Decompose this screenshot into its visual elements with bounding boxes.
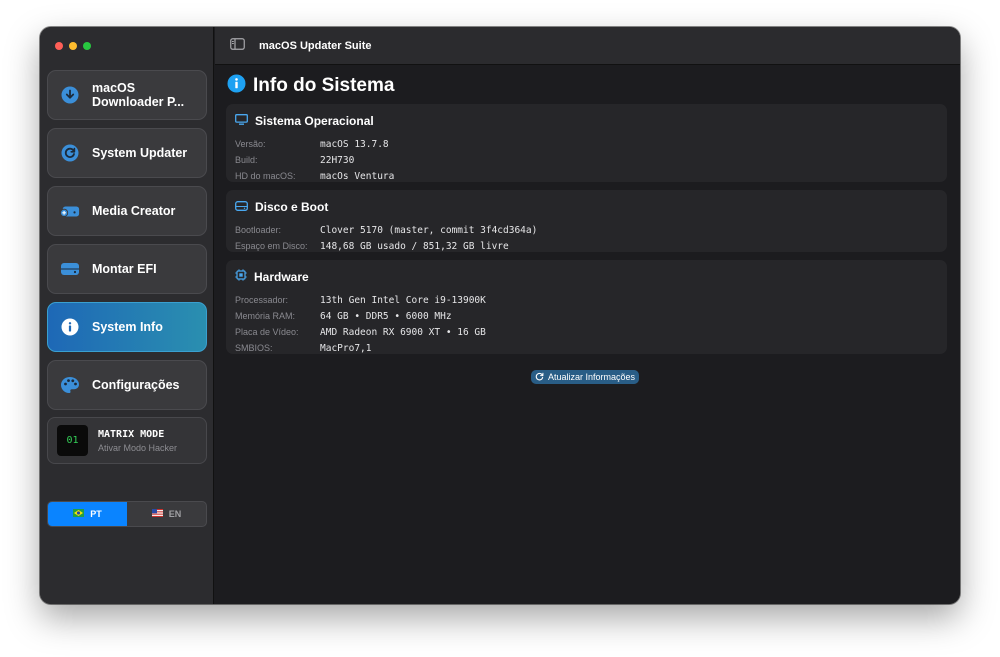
sidebar-item-label-line2: Downloader P... (92, 95, 185, 109)
language-label-pt: PT (90, 509, 102, 519)
sidebar-item-label: Montar EFI (92, 262, 157, 276)
matrix-mode-toggle[interactable]: 01 MATRIX MODE Ativar Modo Hacker (47, 417, 207, 464)
section-title: Hardware (254, 270, 309, 284)
brazil-flag-icon (73, 509, 85, 519)
download-icon (60, 85, 80, 105)
cpu-icon (235, 268, 247, 286)
zoom-window-button[interactable] (83, 42, 91, 50)
os-section: Sistema Operacional Versão: macOS 13.7.8 … (226, 104, 947, 182)
sidebar-item-system-updater[interactable]: System Updater (47, 128, 207, 178)
section-title: Sistema Operacional (255, 114, 374, 128)
sidebar-item-label: System Info (92, 320, 163, 334)
drive-icon (60, 259, 80, 279)
app-window: macOS Downloader P... System Updater Med… (40, 27, 960, 604)
row-value: 13th Gen Intel Core i9-13900K (320, 294, 486, 306)
info-row: Build: 22H730 (235, 152, 938, 168)
hardware-section: Hardware Processador: 13th Gen Intel Core… (226, 260, 947, 354)
sidebar-item-configuracoes[interactable]: Configurações (47, 360, 207, 410)
title-bar: macOS Updater Suite (215, 27, 960, 65)
section-title: Disco e Boot (255, 200, 329, 214)
row-value: macOS 13.7.8 (320, 138, 389, 150)
palette-icon (60, 375, 80, 395)
info-row: Bootloader: Clover 5170 (master, commit 3… (235, 222, 938, 238)
row-value: 22H730 (320, 154, 355, 166)
row-value: 148,68 GB usado / 851,32 GB livre (320, 240, 509, 252)
row-value: MacPro7,1 (320, 342, 372, 354)
matrix-subtitle: Ativar Modo Hacker (98, 442, 178, 453)
language-label-en: EN (168, 509, 182, 519)
info-row: Espaço em Disco: 148,68 GB usado / 851,32… (235, 238, 938, 254)
info-row: SMBIOS: MacPro7,1 (235, 340, 938, 356)
row-value: AMD Radeon RX 6900 XT • 16 GB (320, 326, 486, 338)
info-row: Versão: macOS 13.7.8 (235, 136, 938, 152)
row-key: HD do macOS: (235, 171, 296, 181)
sidebar-item-label-line1: macOS (92, 81, 136, 95)
language-selector: PT EN (47, 501, 207, 527)
sidebar-item-macos-downloader[interactable]: macOS Downloader P... (47, 70, 207, 120)
minimize-window-button[interactable] (69, 42, 77, 50)
sidebar-item-label: System Updater (92, 146, 188, 160)
disk-section: Disco e Boot Bootloader: Clover 5170 (mas… (226, 190, 947, 252)
row-value: Clover 5170 (master, commit 3f4cd364a) (320, 224, 538, 236)
refresh-button[interactable]: Atualizar Informações (531, 370, 640, 384)
close-window-button[interactable] (55, 42, 63, 50)
matrix-badge: 01 (57, 425, 88, 456)
info-icon (60, 317, 80, 337)
sidebar-item-system-info[interactable]: System Info (47, 302, 207, 352)
page-header: Info do Sistema (227, 74, 394, 98)
sidebar-item-media-creator[interactable]: Media Creator (47, 186, 207, 236)
us-flag-icon (151, 509, 163, 519)
window-title: macOS Updater Suite (259, 39, 372, 52)
sidebar-item-montar-efi[interactable]: Montar EFI (47, 244, 207, 294)
main-content: macOS Updater Suite Info do Sistema Sist… (215, 27, 960, 604)
row-key: Versão: (235, 139, 266, 149)
row-value: macOs Ventura (320, 170, 395, 182)
matrix-title: MATRIX MODE (98, 428, 165, 440)
row-key: Processador: (235, 295, 289, 305)
refresh-icon (535, 372, 544, 383)
row-key: Build: (235, 155, 258, 165)
sidebar-toggle-icon[interactable] (230, 37, 245, 55)
window-controls (55, 42, 91, 50)
language-option-en[interactable]: EN (127, 502, 206, 526)
sidebar: macOS Downloader P... System Updater Med… (40, 27, 214, 604)
row-key: Memória RAM: (235, 311, 296, 321)
info-row: Memória RAM: 64 GB • DDR5 • 6000 MHz (235, 308, 938, 324)
info-icon (227, 74, 246, 98)
info-row: Processador: 13th Gen Intel Core i9-13900… (235, 292, 938, 308)
drive-add-icon (60, 201, 80, 221)
sidebar-item-label: Configurações (92, 378, 180, 392)
sidebar-item-label: macOS Downloader P... (92, 81, 184, 109)
row-key: Placa de Vídeo: (235, 327, 299, 337)
drive-icon (235, 198, 248, 216)
language-option-pt[interactable]: PT (48, 502, 127, 526)
refresh-label: Atualizar Informações (548, 372, 636, 382)
row-key: Espaço em Disco: (235, 241, 308, 251)
info-row: HD do macOS: macOs Ventura (235, 168, 938, 184)
row-key: Bootloader: (235, 225, 282, 235)
row-key: SMBIOS: (235, 343, 273, 353)
update-icon (60, 143, 80, 163)
row-value: 64 GB • DDR5 • 6000 MHz (320, 310, 452, 322)
sidebar-item-label: Media Creator (92, 204, 176, 218)
info-row: Placa de Vídeo: AMD Radeon RX 6900 XT • 1… (235, 324, 938, 340)
monitor-icon (235, 112, 248, 130)
page-title: Info do Sistema (253, 75, 395, 96)
